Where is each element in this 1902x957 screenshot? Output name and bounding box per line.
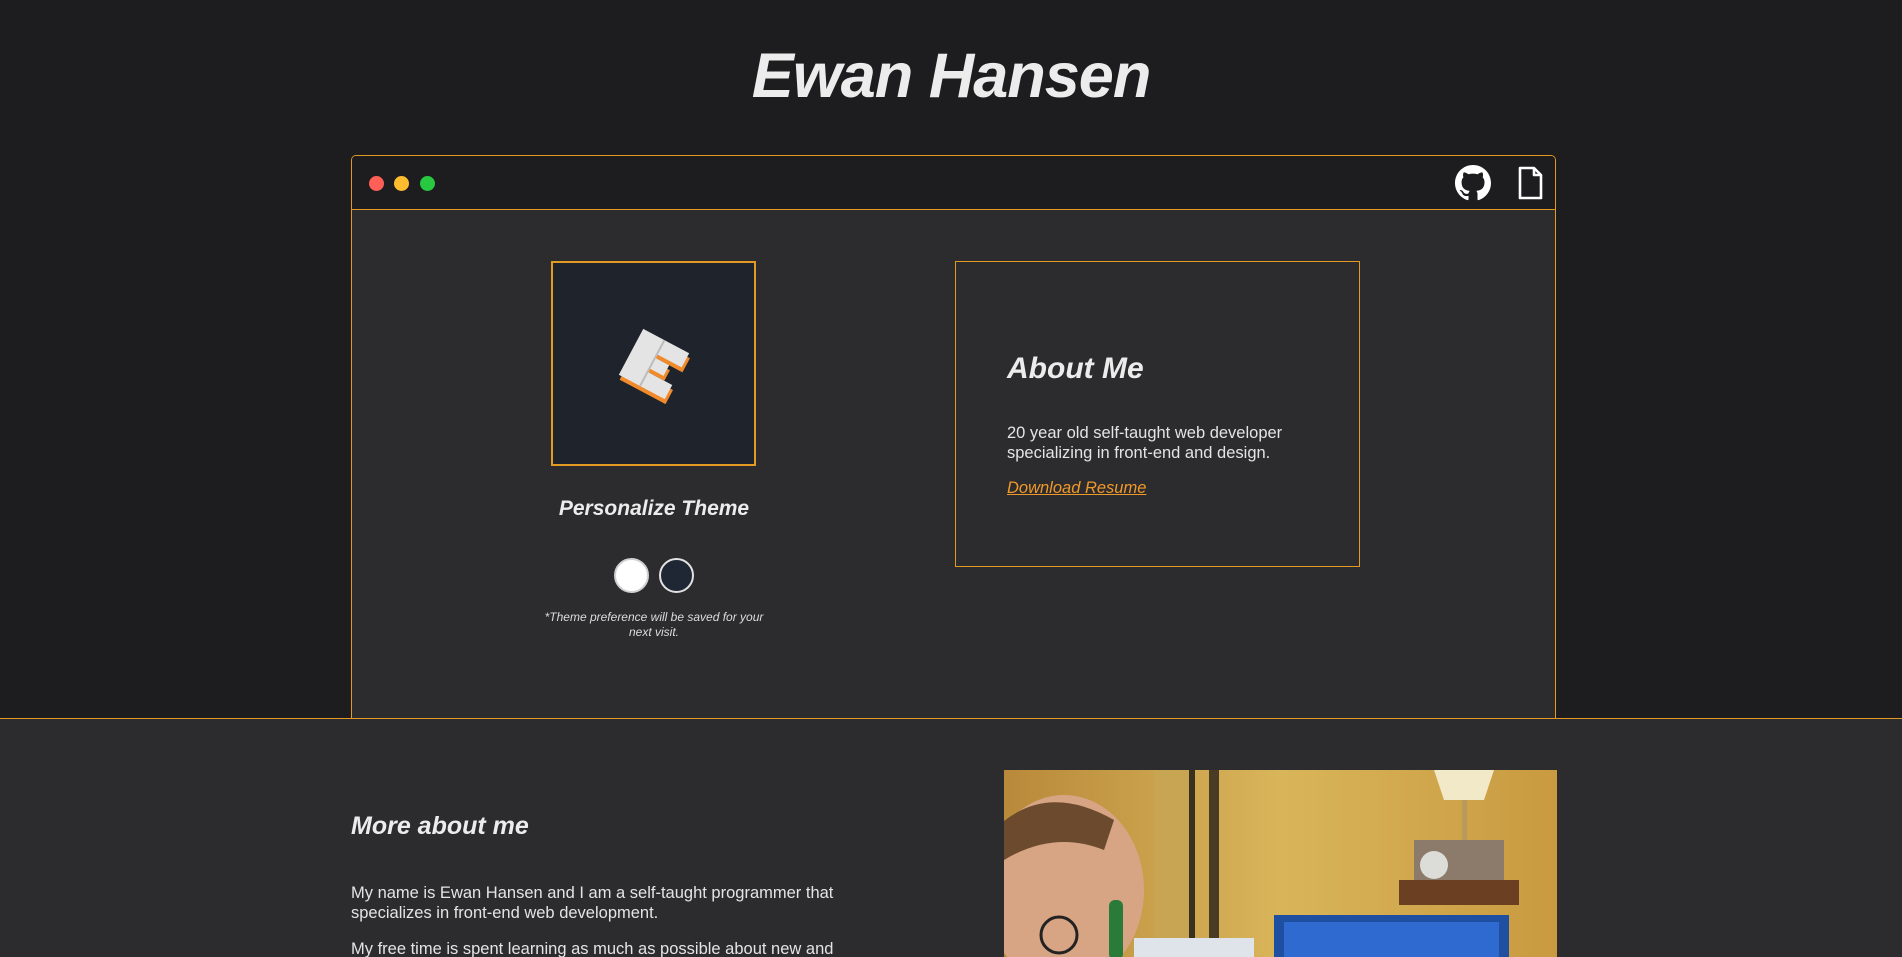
maximize-dot[interactable] — [420, 176, 435, 191]
more-paragraph-1: My name is Ewan Hansen and I am a self-t… — [351, 884, 834, 922]
download-resume-link[interactable]: Download Resume — [1007, 479, 1146, 498]
logo-box — [551, 261, 756, 466]
about-heading: About Me — [1007, 352, 1144, 385]
logo-icon — [618, 328, 690, 404]
light-theme-swatch[interactable] — [614, 558, 649, 593]
profile-photo — [1004, 770, 1557, 957]
dark-theme-swatch[interactable] — [659, 558, 694, 593]
close-dot[interactable] — [369, 176, 384, 191]
theme-heading: Personalize Theme — [558, 497, 750, 520]
github-icon[interactable] — [1455, 165, 1491, 201]
site-title: Ewan Hansen — [751, 41, 1152, 111]
about-card: About Me 20 year old self-taught web dev… — [955, 261, 1360, 567]
more-paragraph-2: My free time is spent learning as much a… — [351, 940, 834, 957]
browser-window: Personalize Theme *Theme preference will… — [351, 155, 1556, 719]
more-about-section: More about me My name is Ewan Hansen and… — [0, 718, 1902, 957]
more-heading: More about me — [351, 812, 529, 840]
window-titlebar — [352, 156, 1555, 210]
about-text: 20 year old self-taught web developer sp… — [1007, 424, 1283, 462]
minimize-dot[interactable] — [394, 176, 409, 191]
theme-note: *Theme preference will be saved for your… — [544, 610, 764, 639]
document-icon[interactable] — [1512, 165, 1548, 201]
